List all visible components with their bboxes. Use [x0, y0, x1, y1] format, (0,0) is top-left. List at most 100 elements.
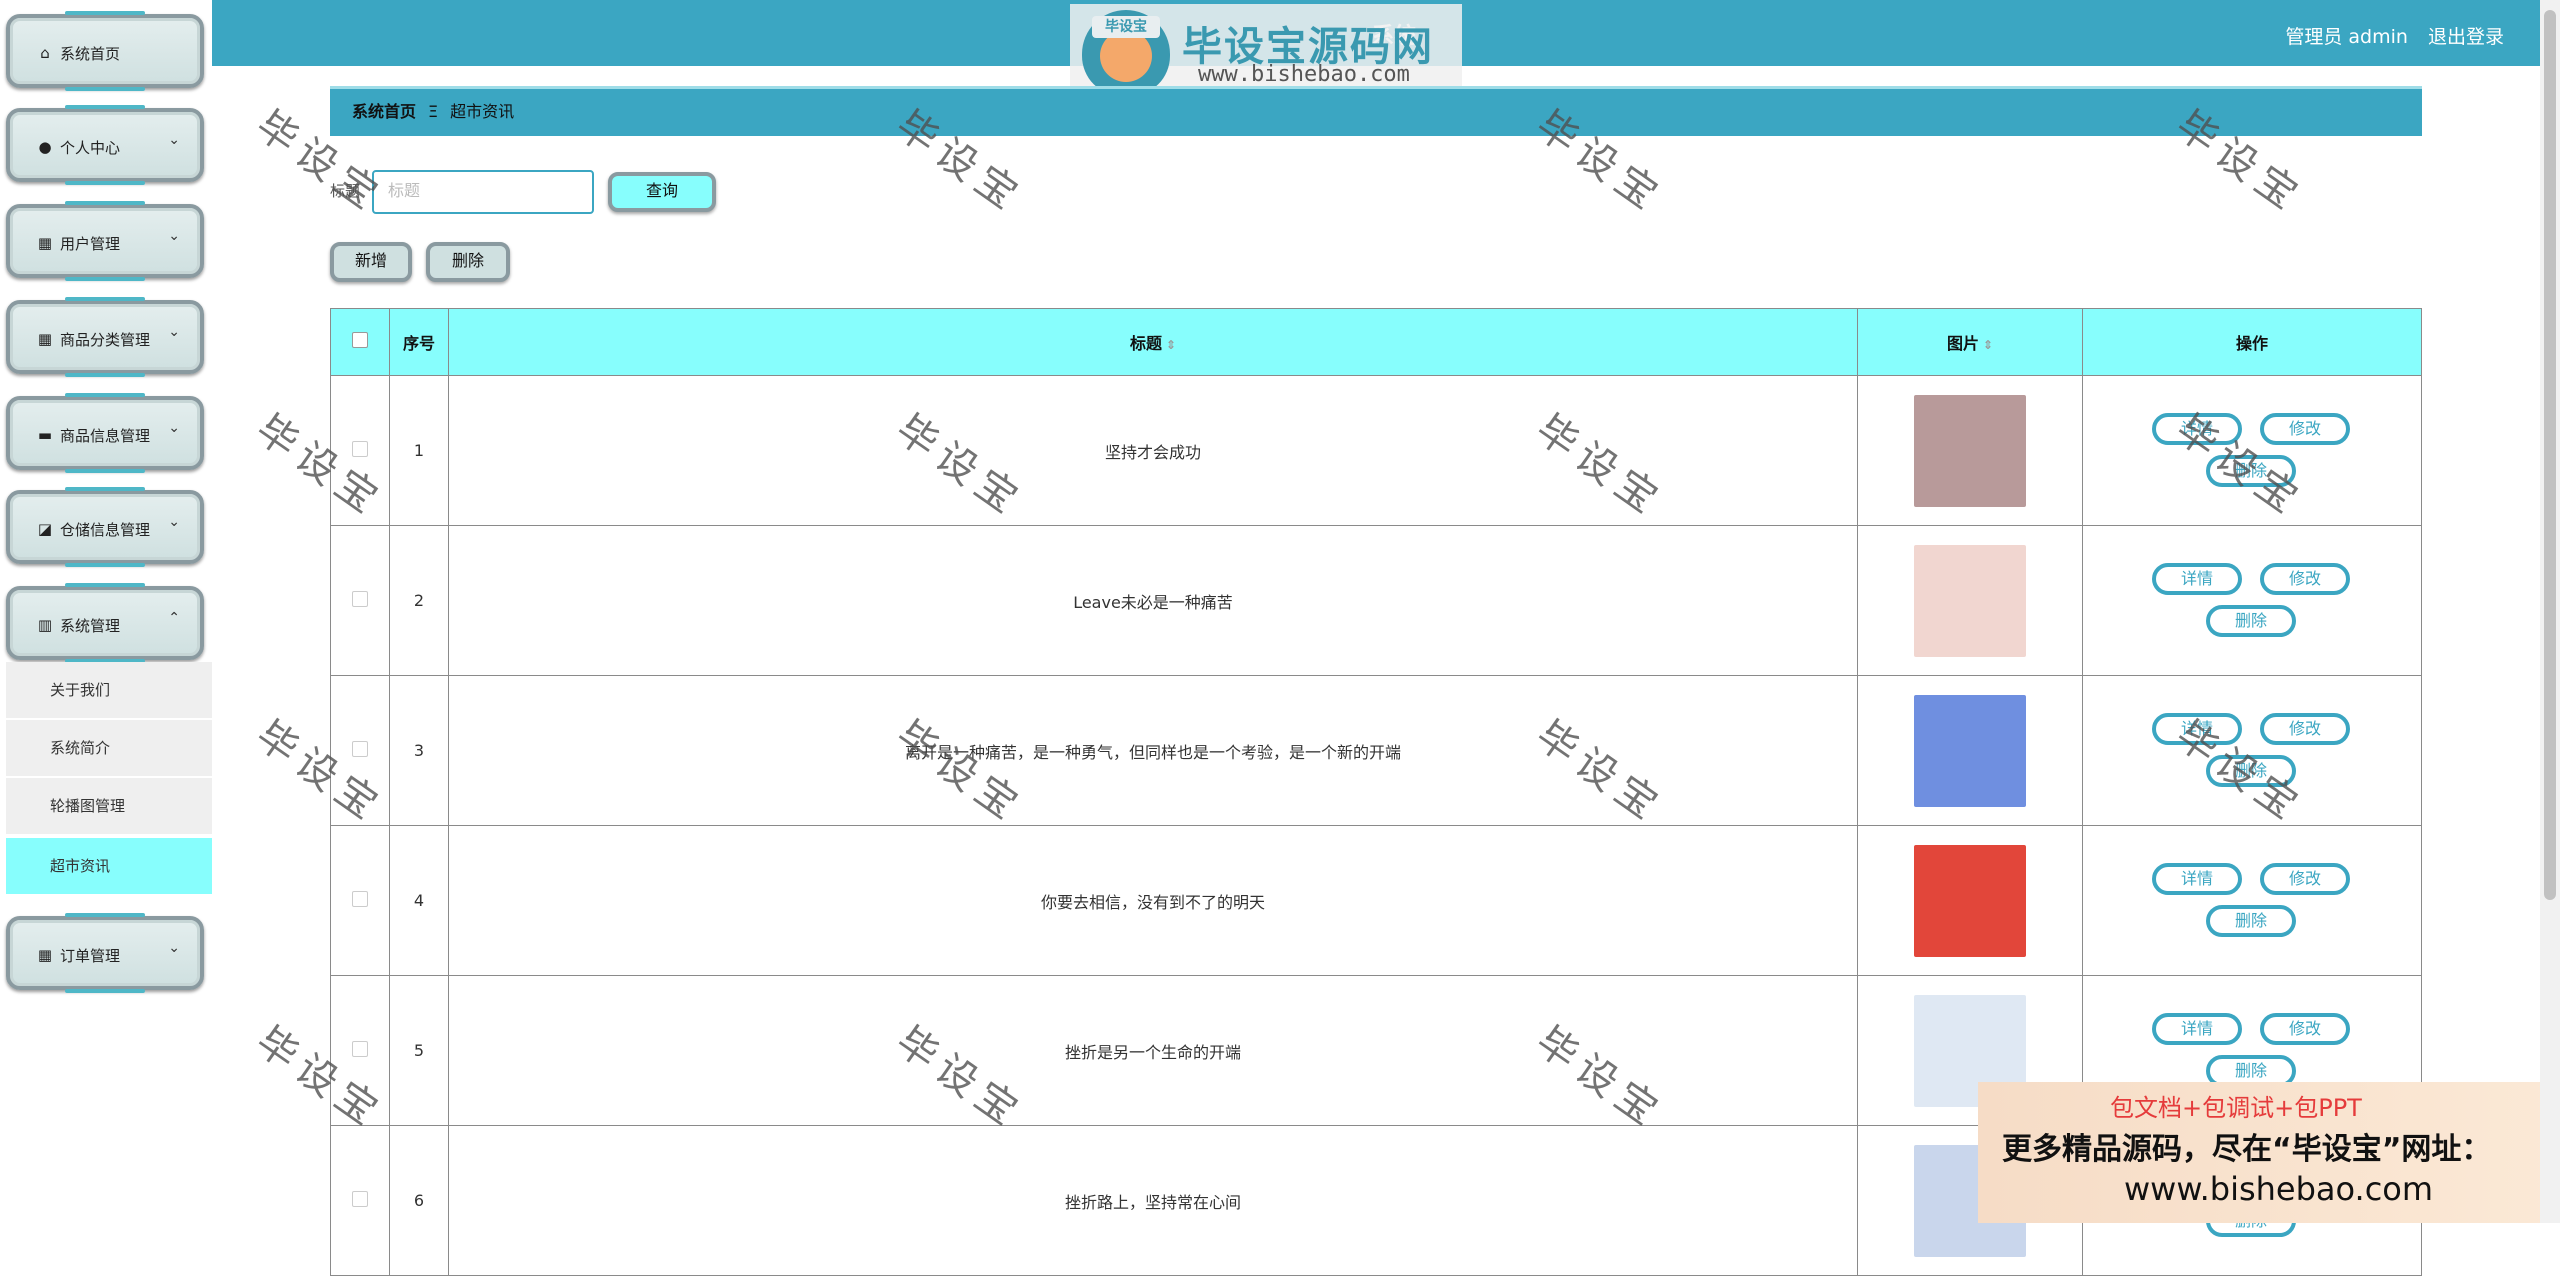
- sort-icon[interactable]: ⇕: [1983, 338, 1993, 352]
- bars-icon: ▥: [37, 616, 53, 634]
- edit-button[interactable]: 修改: [2260, 412, 2350, 445]
- edit-button[interactable]: 修改: [2260, 862, 2350, 895]
- row-index: 1: [389, 375, 449, 526]
- chevron-down-icon: ⌄: [168, 514, 180, 530]
- table-header-row: 序号 标题 ⇕ 图片 ⇕ 操作: [330, 308, 2422, 376]
- remove-button[interactable]: 删除: [2206, 604, 2296, 637]
- ad-line-2: 更多精品源码，尽在“毕设宝”网址：: [2002, 1132, 2492, 1167]
- row-image-cell: [1857, 525, 2083, 676]
- logout-link[interactable]: 退出登录: [2428, 26, 2504, 48]
- detail-button[interactable]: 详情: [2152, 712, 2242, 745]
- row-image-cell: [1857, 375, 2083, 526]
- chevron-down-icon: ⌄: [168, 228, 180, 244]
- user-icon: ●: [38, 138, 52, 156]
- user-name: 管理员 admin: [2285, 26, 2408, 48]
- detail-button[interactable]: 详情: [2152, 562, 2242, 595]
- row-checkbox[interactable]: [352, 440, 368, 457]
- sort-icon[interactable]: ⇕: [1166, 338, 1176, 352]
- detail-button[interactable]: 详情: [2152, 1012, 2242, 1045]
- menu-item-product-management[interactable]: ▬ 商品信息管理 ⌄: [6, 393, 204, 473]
- menu-item-user-management[interactable]: ▦ 用户管理 ⌄: [6, 201, 204, 281]
- grid-icon: ▦: [37, 946, 53, 964]
- news-thumbnail-image: [1914, 694, 2026, 807]
- menu-item-label: 商品分类管理: [60, 331, 151, 349]
- menu-item-label: 用户管理: [60, 235, 121, 253]
- menu-item-personal-center[interactable]: ● 个人中心 ⌄: [6, 105, 204, 185]
- row-checkbox[interactable]: [352, 590, 368, 607]
- row-title: 坚持才会成功: [448, 375, 1858, 526]
- menu-item-label: 订单管理: [60, 947, 121, 965]
- row-checkbox[interactable]: [352, 740, 368, 757]
- home-icon: ⌂: [40, 44, 50, 62]
- menu-item-label: 个人中心: [60, 139, 121, 157]
- submenu-market-news[interactable]: 超市资讯: [6, 838, 212, 894]
- breadcrumb-separator: Ξ: [428, 102, 439, 121]
- select-all-checkbox[interactable]: [352, 332, 368, 348]
- logo-mark-icon: 毕设宝: [1082, 10, 1170, 96]
- menu-item-label: 商品信息管理: [60, 427, 151, 445]
- chevron-up-icon: ⌃: [168, 610, 180, 626]
- menu-item-home[interactable]: ⌂ 系统首页: [6, 11, 204, 91]
- row-title: Leave未必是一种痛苦: [448, 525, 1858, 676]
- edit-button[interactable]: 修改: [2260, 562, 2350, 595]
- remove-button[interactable]: 删除: [2206, 754, 2296, 787]
- row-checkbox[interactable]: [352, 1190, 368, 1207]
- menu-item-order-management[interactable]: ▦ 订单管理 ⌄: [6, 913, 204, 993]
- row-index: 4: [389, 825, 449, 976]
- header-ops: 操作: [2082, 308, 2422, 376]
- row-ops: 详情修改删除: [2082, 675, 2422, 826]
- ad-line-1: 包文档+包调试+包PPT: [2110, 1094, 2362, 1122]
- row-select-cell: [330, 975, 390, 1126]
- scrollbar-thumb[interactable]: [2544, 10, 2556, 900]
- delete-button[interactable]: 删除: [426, 242, 510, 282]
- menu-item-label: 系统管理: [60, 617, 121, 635]
- row-checkbox[interactable]: [352, 890, 368, 907]
- logo-badge: 毕设宝: [1092, 16, 1160, 38]
- header-image[interactable]: 图片 ⇕: [1857, 308, 2083, 376]
- submenu-about-us[interactable]: 关于我们: [6, 662, 212, 718]
- detail-button[interactable]: 详情: [2152, 412, 2242, 445]
- chevron-down-icon: ⌄: [168, 132, 180, 148]
- search-input[interactable]: [372, 170, 594, 214]
- ad-banner: 包文档+包调试+包PPT 更多精品源码，尽在“毕设宝”网址： www.bishe…: [1978, 1082, 2560, 1223]
- breadcrumb: 系统首页 Ξ 超市资讯: [330, 86, 2422, 136]
- remove-button[interactable]: 删除: [2206, 454, 2296, 487]
- news-thumbnail-image: [1914, 544, 2026, 657]
- row-index: 3: [389, 675, 449, 826]
- chart-icon: ◪: [37, 520, 53, 538]
- menu-item-warehouse-management[interactable]: ◪ 仓储信息管理 ⌄: [6, 487, 204, 567]
- breadcrumb-home[interactable]: 系统首页: [352, 102, 416, 121]
- header-title[interactable]: 标题 ⇕: [448, 308, 1858, 376]
- table-row: 2 Leave未必是一种痛苦 详情 修改删除: [330, 525, 2422, 676]
- row-index: 2: [389, 525, 449, 676]
- header-index: 序号: [389, 308, 449, 376]
- detail-button[interactable]: 详情: [2152, 862, 2242, 895]
- row-title: 挫折路上，坚持常在心间: [448, 1125, 1858, 1276]
- chevron-down-icon: ⌄: [168, 420, 180, 436]
- select-all-cell: [330, 308, 390, 376]
- submenu-system-intro[interactable]: 系统简介: [6, 720, 212, 776]
- row-index: 6: [389, 1125, 449, 1276]
- chevron-down-icon: ⌄: [168, 940, 180, 956]
- menu-item-category-management[interactable]: ▦ 商品分类管理 ⌄: [6, 297, 204, 377]
- ad-line-3: www.bishebao.com: [2124, 1170, 2434, 1208]
- edit-button[interactable]: 修改: [2260, 1012, 2350, 1045]
- grid-icon: ▦: [37, 330, 53, 348]
- monitor-icon: ▬: [37, 426, 53, 444]
- remove-button[interactable]: 删除: [2206, 904, 2296, 937]
- header-title-label: 标题: [1129, 334, 1162, 353]
- add-button[interactable]: 新增: [330, 242, 412, 282]
- row-checkbox[interactable]: [352, 1040, 368, 1057]
- page-scrollbar[interactable]: [2540, 0, 2560, 1223]
- table-row: 1 坚持才会成功 详情 修改删除: [330, 375, 2422, 526]
- row-select-cell: [330, 375, 390, 526]
- query-button[interactable]: 查询: [608, 172, 716, 212]
- menu-item-system-management[interactable]: ▥ 系统管理 ⌃: [6, 583, 204, 663]
- row-select-cell: [330, 1125, 390, 1276]
- menu-item-label: 仓储信息管理: [60, 521, 151, 539]
- news-thumbnail-image: [1914, 844, 2026, 957]
- grid-icon: ▦: [37, 234, 53, 252]
- edit-button[interactable]: 修改: [2260, 712, 2350, 745]
- logo-url: www.bishebao.com: [1198, 62, 1410, 87]
- submenu-carousel[interactable]: 轮播图管理: [6, 778, 212, 834]
